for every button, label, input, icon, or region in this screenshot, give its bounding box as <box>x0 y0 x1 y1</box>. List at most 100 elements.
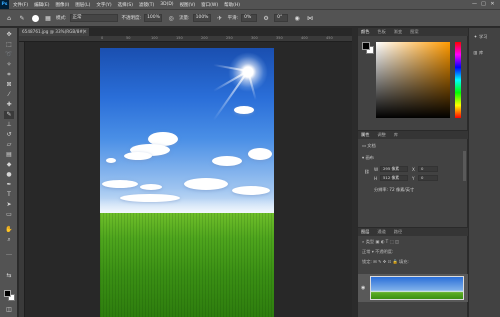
flow-field[interactable]: 100% <box>192 14 211 22</box>
brush-tool-icon-active[interactable]: ✎ <box>4 111 14 119</box>
move-tool-icon[interactable]: ✥ <box>4 31 14 39</box>
healing-brush-tool-icon[interactable]: ✚ <box>4 101 14 109</box>
lock-row[interactable]: 锁定: ⊞ ✎ ✥ ⊡ 🔒 填充: <box>362 259 409 265</box>
menu-type[interactable]: 文字(Y) <box>96 2 111 8</box>
tab-channels[interactable]: 通道 <box>377 229 385 235</box>
tab-patterns[interactable]: 图案 <box>410 29 418 35</box>
document-tab-title: 6548761.jpg @ 33%(RGB/8#) <box>22 29 85 34</box>
menu-file[interactable]: 文件(F) <box>13 2 28 8</box>
smooth-field[interactable]: 0% <box>241 14 258 22</box>
blend-mode-select[interactable]: 正常 <box>362 249 370 254</box>
close-button[interactable]: ✕ <box>488 1 497 8</box>
document-tab[interactable]: 6548761.jpg @ 33%(RGB/8#) × <box>19 28 89 36</box>
tab-swatches[interactable]: 色板 <box>377 29 385 35</box>
layer-row-background[interactable]: ◉ <box>358 274 468 302</box>
eyedropper-tool-icon[interactable]: ⁄ <box>4 91 14 99</box>
brush-preset-picker[interactable] <box>30 13 40 23</box>
libraries-button[interactable]: ▥ 库 <box>472 50 498 60</box>
layer-filter-kind[interactable]: 类型 <box>366 239 374 244</box>
swap-colors-icon[interactable]: ⇆ <box>4 272 14 280</box>
document-area: 6548761.jpg @ 33%(RGB/8#) × 0 50 100 150… <box>19 28 352 317</box>
ruler-label: 150 <box>176 36 183 40</box>
menu-items: 文件(F) 编辑(E) 图像(I) 图层(L) 文字(Y) 选择(S) 滤镜(T… <box>13 2 246 8</box>
learn-button[interactable]: ✦ 学习 <box>472 34 498 44</box>
history-brush-tool-icon[interactable]: ↺ <box>4 131 14 139</box>
mode-label: 模式: <box>56 16 67 21</box>
symmetry-icon[interactable]: ⋈ <box>305 13 315 23</box>
foreground-color-swatch[interactable] <box>4 290 11 297</box>
blend-mode-row[interactable]: 正常 ▾ 不透明度: <box>362 249 393 255</box>
hand-tool-icon[interactable]: ✋ <box>4 226 14 234</box>
angle-field[interactable]: 0° <box>274 14 289 22</box>
height-field[interactable]: 512 像素 <box>380 175 408 181</box>
x-field[interactable]: 0 <box>418 166 438 172</box>
smoothing-options-icon[interactable]: ⚙ <box>261 13 271 23</box>
clone-stamp-tool-icon[interactable]: ⊥ <box>4 121 14 129</box>
tab-layers[interactable]: 图层 <box>361 229 369 235</box>
mode-select[interactable]: 正常 <box>69 14 118 22</box>
zoom-tool-icon[interactable]: ⌕ <box>4 236 14 244</box>
maximize-button[interactable]: □ <box>479 1 488 8</box>
path-select-tool-icon[interactable]: ➤ <box>4 201 14 209</box>
brush-settings-icon[interactable]: ▦ <box>43 13 53 23</box>
tab-color[interactable]: 颜色 <box>361 29 369 35</box>
airbrush-icon[interactable]: ✈ <box>215 13 225 23</box>
opacity-field[interactable]: 100% <box>144 14 163 22</box>
tab-properties[interactable]: 属性 <box>361 132 369 138</box>
crop-tool-icon[interactable]: ⌗ <box>4 71 14 79</box>
hue-slider[interactable] <box>455 42 461 118</box>
pressure-size-icon[interactable]: ◉ <box>292 13 302 23</box>
cloud <box>212 156 242 166</box>
link-dimensions-icon[interactable]: ⛓ <box>364 169 369 175</box>
cloud <box>102 180 138 188</box>
lasso-tool-icon[interactable]: ➰ <box>4 51 14 59</box>
pen-tool-icon[interactable]: ✒ <box>4 181 14 189</box>
gradient-tool-icon[interactable]: ▤ <box>4 151 14 159</box>
vertical-ruler[interactable] <box>19 42 25 317</box>
menu-3d[interactable]: 3D(D) <box>160 2 173 8</box>
menu-select[interactable]: 选择(S) <box>118 2 133 8</box>
libraries-label: 库 <box>479 50 484 55</box>
home-icon[interactable]: ⌂ <box>4 13 14 23</box>
ps-logo[interactable]: Ps <box>0 0 9 9</box>
tab-libraries[interactable]: 库 <box>394 132 398 138</box>
pressure-opacity-icon[interactable]: ◎ <box>166 13 176 23</box>
brush-tool-icon[interactable]: ✎ <box>17 13 27 23</box>
menu-view[interactable]: 视图(V) <box>180 2 196 8</box>
quick-select-tool-icon[interactable]: ✧ <box>4 61 14 69</box>
width-field[interactable]: 295 像素 <box>380 166 408 172</box>
color-picker-field[interactable] <box>376 42 450 118</box>
menu-filter[interactable]: 滤镜(T) <box>139 2 154 8</box>
tab-gradients[interactable]: 渐变 <box>394 29 402 35</box>
frame-tool-icon[interactable]: ⊠ <box>4 81 14 89</box>
panel-foreground-swatch[interactable] <box>362 42 370 50</box>
cloud <box>248 148 272 160</box>
layer-filter-row[interactable]: ⌕ 类型 ▣ ◐ T ⬚ ◫ <box>362 239 399 245</box>
menu-image[interactable]: 图像(I) <box>55 2 69 8</box>
tab-adjustments[interactable]: 调整 <box>377 132 385 138</box>
cloud <box>124 152 152 160</box>
tab-paths[interactable]: 路径 <box>394 229 402 235</box>
y-field[interactable]: 0 <box>418 175 438 181</box>
cloud <box>106 158 116 163</box>
canvas-section-label: ▾ 画布 <box>362 155 374 160</box>
cloud <box>234 106 254 114</box>
properties-scrollbar[interactable] <box>463 151 466 181</box>
menu-layer[interactable]: 图层(L) <box>75 2 90 8</box>
minimize-button[interactable]: — <box>470 1 479 8</box>
horizontal-ruler[interactable]: 0 50 100 150 200 250 300 350 400 450 <box>19 36 352 42</box>
menu-help[interactable]: 帮助(H) <box>224 2 240 8</box>
quick-mask-icon[interactable]: ◫ <box>4 306 14 314</box>
eye-icon[interactable]: ◉ <box>361 285 365 291</box>
more-tools-icon[interactable]: … <box>4 250 14 258</box>
rectangle-tool-icon[interactable]: ▭ <box>4 211 14 219</box>
type-tool-icon[interactable]: T <box>4 191 14 199</box>
marquee-tool-icon[interactable]: ⬚ <box>4 41 14 49</box>
dodge-tool-icon[interactable]: ● <box>4 171 14 179</box>
menu-window[interactable]: 窗口(W) <box>201 2 218 8</box>
blur-tool-icon[interactable]: ◆ <box>4 161 14 169</box>
eraser-tool-icon[interactable]: ▱ <box>4 141 14 149</box>
menu-edit[interactable]: 编辑(E) <box>34 2 49 8</box>
image-canvas[interactable] <box>100 48 274 317</box>
close-icon[interactable]: × <box>83 28 87 36</box>
